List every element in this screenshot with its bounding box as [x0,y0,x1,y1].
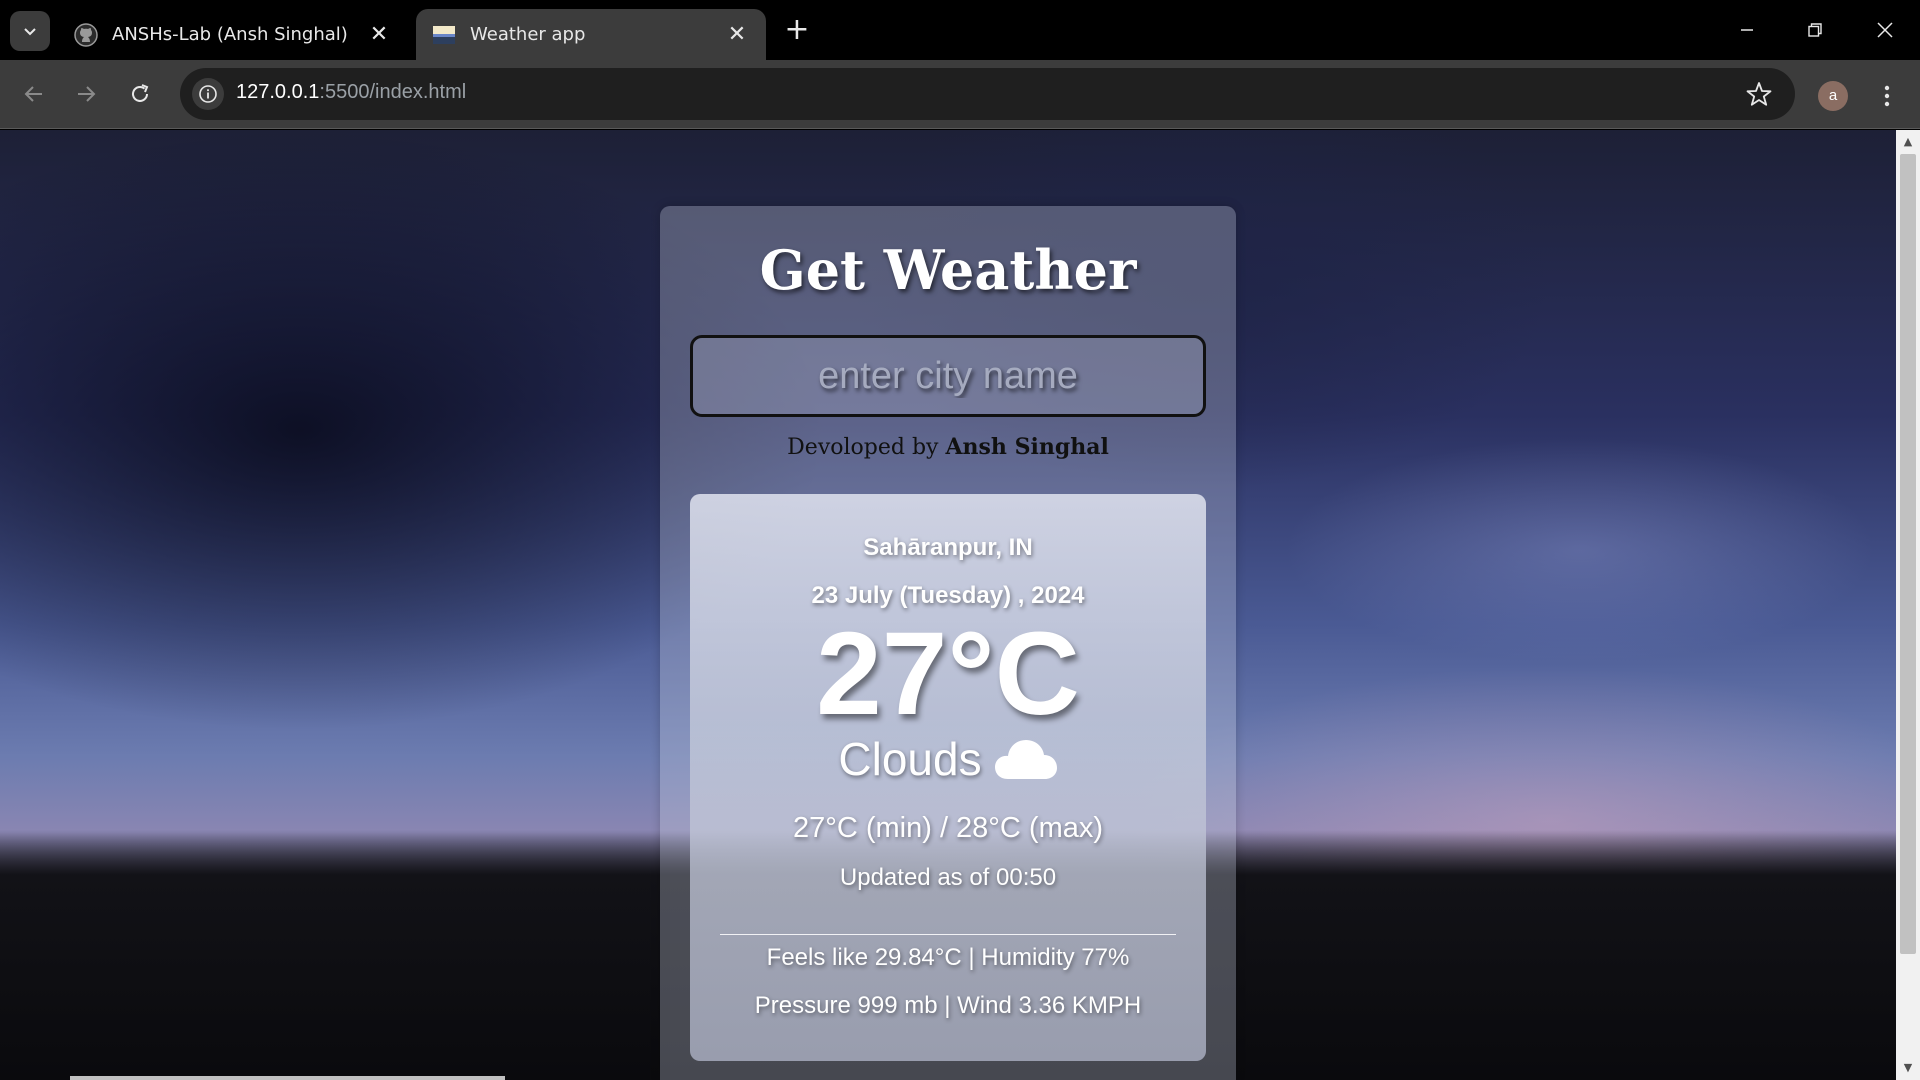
url-path: :5500/index.html [319,81,467,103]
reload-icon [132,84,149,102]
developer-credit: Devoloped by Ansh Singhal [660,434,1236,460]
vertical-scrollbar[interactable]: ▲ ▼ [1896,130,1920,1080]
bookmark-star-icon[interactable] [1745,80,1773,108]
scroll-down-arrow-icon[interactable]: ▼ [1902,1062,1914,1074]
url-host: 127.0.0.1 [236,81,320,103]
browser-menu-button[interactable] [1870,76,1904,116]
profile-avatar[interactable]: a [1818,81,1848,111]
landscape-image-icon [433,25,455,44]
feels-like-humidity: Feels like 29.84°C | Humidity 77% [766,944,1130,971]
new-tab-button[interactable]: + [780,14,814,48]
browser-toolbar: 127.0.0.1:5500/index.html a [0,60,1920,129]
divider [720,934,1176,935]
more-vertical-icon [1884,85,1890,107]
cloud-icon [994,740,1057,779]
credit-name: Ansh Singhal [945,434,1109,460]
close-icon[interactable]: ✕ [366,22,392,48]
minimize-button[interactable] [1722,10,1772,50]
tab-search-button[interactable] [10,11,50,51]
close-icon [1877,22,1893,38]
restore-button[interactable] [1790,10,1840,50]
address-bar[interactable]: 127.0.0.1:5500/index.html [180,68,1795,120]
tab-title: ANSHs-Lab (Ansh Singhal) [112,24,348,45]
forward-button[interactable] [66,74,106,114]
info-icon [199,85,217,103]
arrow-right-icon [78,86,96,102]
chevron-down-icon [24,28,36,36]
restore-icon [1808,23,1822,37]
min-max-temperature: 27°C (min) / 28°C (max) [792,812,1104,844]
tab-title: Weather app [470,24,586,45]
weather-result-panel: Sahāranpur, IN 23 July (Tuesday) , 2024 … [690,494,1206,1061]
updated-time: Updated as of 00:50 [839,864,1057,891]
back-button[interactable] [14,74,54,114]
condition-text: Clouds [838,733,982,785]
github-icon [74,22,98,47]
current-temperature: 27°C [816,608,1080,740]
minimize-icon [1741,29,1753,31]
arrow-left-icon [24,86,42,102]
close-icon[interactable]: ✕ [724,22,750,48]
tab-strip: ANSHs-Lab (Ansh Singhal) ✕ Weather app ✕… [0,0,1920,60]
pressure-wind: Pressure 999 mb | Wind 3.36 KMPH [754,992,1142,1019]
app-title: Get Weather [759,238,1137,302]
url-text: 127.0.0.1:5500/index.html [236,81,466,104]
city-name: Sahāranpur, IN [863,534,1033,561]
scroll-up-arrow-icon[interactable]: ▲ [1902,136,1914,148]
reload-button[interactable] [120,74,160,114]
scroll-thumb[interactable] [1900,154,1916,954]
tab-github[interactable]: ANSHs-Lab (Ansh Singhal) ✕ [58,9,408,60]
weather-app-card: Get Weather Devoloped by Ansh Singhal Sa… [660,206,1236,1080]
horizontal-scroll-thumb[interactable] [70,1076,505,1080]
close-window-button[interactable] [1860,10,1910,50]
weather-condition: Clouds [690,732,1206,786]
credit-prefix: Devoloped by [787,435,939,460]
city-search-input[interactable] [690,335,1206,417]
site-info-button[interactable] [192,78,224,110]
tab-weather-app[interactable]: Weather app ✕ [416,9,766,60]
